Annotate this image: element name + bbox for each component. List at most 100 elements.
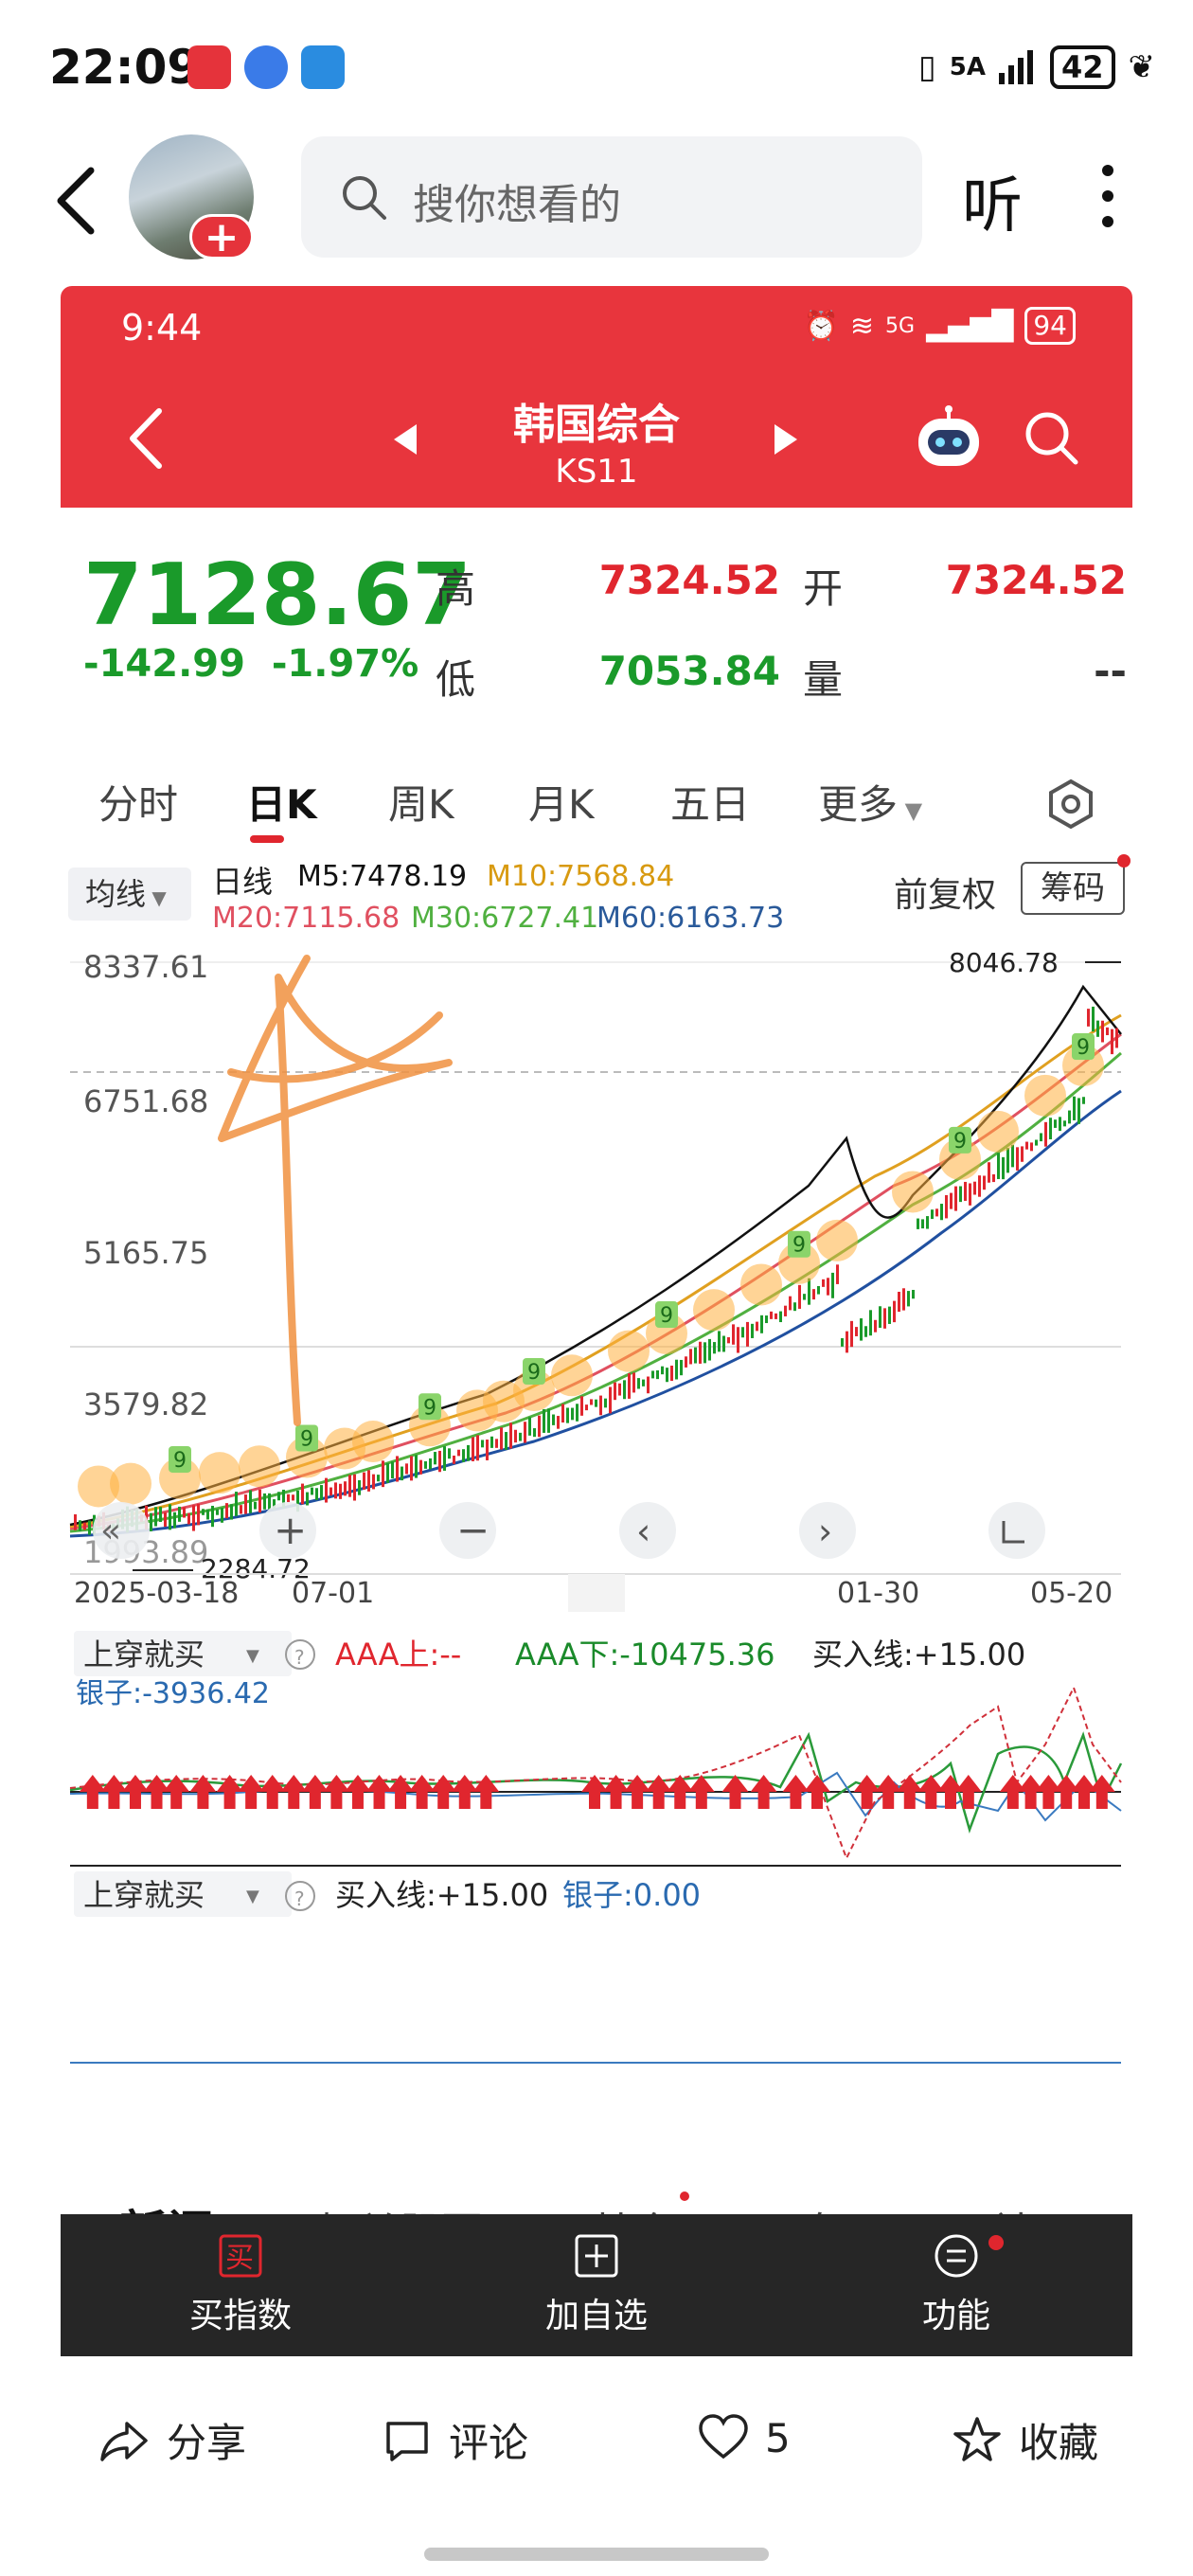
candle [1096,1020,1099,1037]
zoom-reset-button[interactable]: « [93,1502,150,1559]
adjust-mode-button[interactable]: 前复权 [894,868,996,917]
buy-icon-text: 买 [225,2242,254,2275]
svg-text:›: › [818,1511,832,1552]
candle [855,1327,858,1336]
candle [438,1450,441,1473]
candle [1025,1141,1028,1150]
tab-fenshi[interactable]: 分时 [98,773,178,831]
candle [727,1336,730,1344]
scroll-left-button[interactable]: ‹ [619,1502,676,1559]
favorite-button[interactable]: 收藏 [951,2411,1098,2469]
candle [306,1492,309,1506]
zoom-out-button[interactable]: − [439,1502,496,1559]
candle [154,1507,157,1527]
listen-button[interactable]: 听 [962,157,1023,244]
high-label: 高 [436,565,476,612]
change-value: -142.99 [83,642,245,686]
share-button[interactable]: 分享 [98,2411,246,2469]
next-stock-icon[interactable] [775,424,797,455]
buy-index-button[interactable]: 买 买指数 [146,2233,335,2337]
chevron-down-icon: ▼ [146,886,167,909]
tab-monthly-k[interactable]: 月K [528,773,595,831]
candle [1101,1020,1104,1043]
functions-button[interactable]: 功能 [862,2233,1051,2337]
candle [580,1396,583,1416]
candle [1087,1009,1090,1027]
candle [230,1504,233,1520]
inner-network-label: 5G [885,313,916,338]
candle [495,1439,498,1448]
tab-weekly-k[interactable]: 周K [388,773,454,831]
tab-more[interactable]: 更多 ▼ [818,773,922,831]
candle [240,1505,242,1514]
candle [632,1372,635,1393]
zoom-in-button[interactable]: + [259,1502,316,1559]
embedded-screenshot: 9:44 ⏰ ≋ 5G ▂▄▆█ 94 韩国综合 KS11 7128.67 -1… [61,286,1132,2360]
robot-assistant-icon[interactable] [913,405,985,470]
candle [831,1272,834,1298]
candle [552,1414,555,1425]
buy-line-value: 买入线:+15.00 [812,1637,1025,1673]
candle [869,1310,872,1336]
candle [770,1311,773,1319]
current-price: 7128.67 [83,546,472,645]
add-watchlist-button[interactable]: 加自选 [502,2233,691,2337]
buy-icon: 买 [219,2234,262,2278]
ma60-value: M60:6163.73 [596,902,785,935]
follow-button[interactable]: + [189,214,254,259]
candle [334,1482,337,1499]
candle [277,1492,280,1501]
candle [609,1386,612,1414]
signal-number: 9 [660,1304,673,1328]
candle [150,1512,152,1531]
candle [249,1490,252,1513]
candle [486,1440,489,1460]
scroll-right-button[interactable]: › [799,1502,856,1559]
chips-button[interactable]: 筹码 [1021,862,1125,915]
signal-glow [740,1263,782,1306]
candle [1111,1029,1113,1055]
tab-five-day[interactable]: 五日 [670,773,750,831]
candle [505,1432,507,1450]
search-input[interactable]: 搜你想看的 [301,136,922,258]
aaa-up-value: AAA上:-- [335,1637,461,1673]
signal-glow [199,1452,240,1494]
candle [557,1416,560,1429]
home-indicator[interactable] [424,2548,769,2561]
inner-search-icon[interactable] [1021,407,1081,468]
more-icon[interactable] [1098,163,1117,229]
candle [457,1449,460,1457]
add-watchlist-label: 加自选 [544,2297,648,2335]
back-icon[interactable] [49,163,106,239]
chevron-down-icon: ▼ [246,1646,259,1666]
x-tick-3: 01-30 [837,1577,919,1610]
candle [211,1505,214,1528]
kline-chart[interactable]: 8337.61 6751.68 5165.75 3579.82 1993.89 … [61,949,1132,2085]
funds-badge [680,2191,689,2201]
inner-battery: 94 [1024,307,1076,345]
x-tick-2: 07-01 [292,1577,374,1610]
ma20-value: M20:7115.68 [212,902,401,935]
candle [434,1452,436,1465]
candle [907,1291,910,1307]
signal-glow [352,1421,394,1463]
share-label: 分享 [167,2420,247,2466]
browser-notification-icon [301,45,345,89]
comment-label: 评论 [449,2420,529,2466]
candle [258,1489,261,1513]
ma-select-button[interactable]: 均线 ▼ [68,868,191,921]
like-button[interactable]: 5 [697,2411,791,2464]
open-label: 开 [803,565,844,612]
tab-daily-k[interactable]: 日K [246,773,317,831]
candle [917,1218,919,1229]
candle [1115,1028,1118,1048]
add-icon [575,2234,618,2278]
candle [79,1520,81,1531]
candle [1002,1156,1005,1180]
candle [462,1449,465,1462]
settings-hexagon-icon[interactable] [1045,778,1096,830]
fullscreen-button[interactable] [988,1502,1045,1559]
candle [997,1153,1000,1179]
candle [765,1315,768,1324]
comment-button[interactable]: 评论 [381,2411,528,2469]
